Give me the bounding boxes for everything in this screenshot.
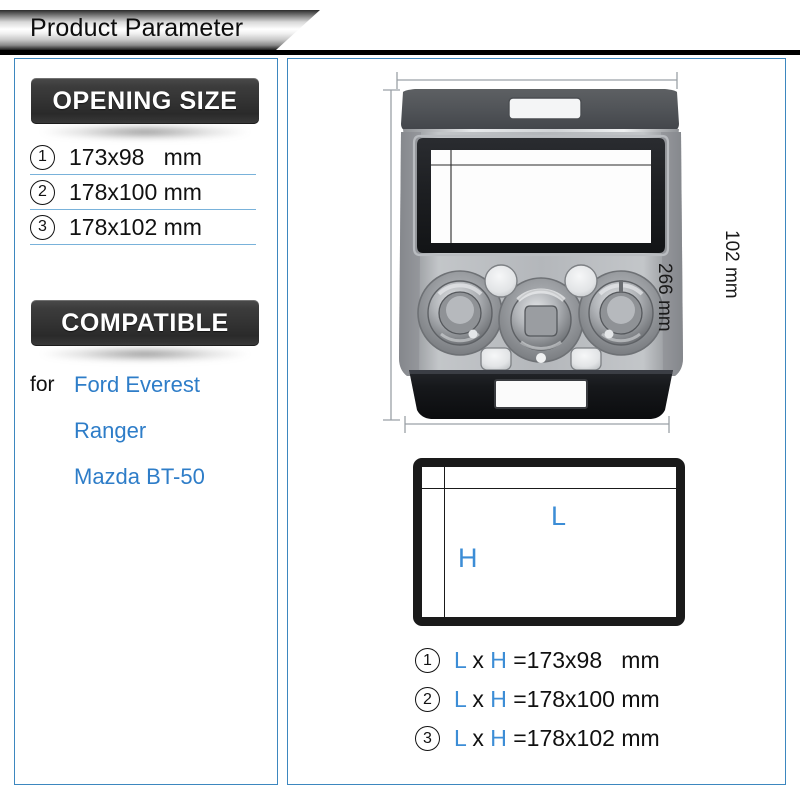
- opening-size-heading-pill: OPENING SIZE: [31, 78, 259, 140]
- legend-l-symbol: L: [454, 725, 466, 751]
- page-title: Product Parameter: [30, 14, 244, 42]
- lh-height-label: H: [458, 543, 478, 573]
- compatible-vehicle-name: Ford Everest: [74, 372, 200, 397]
- legend-row-text: L x H =173x98 mm: [454, 647, 660, 674]
- legend-row-text: L x H =178x102 mm: [454, 725, 660, 752]
- compatible-heading-label: COMPATIBLE: [61, 308, 229, 337]
- row-number-badge: 1: [30, 144, 55, 170]
- legend-l-symbol: L: [454, 647, 466, 673]
- row-number-badge: 3: [30, 214, 55, 240]
- legend-number-badge: 3: [415, 726, 440, 751]
- lh-inner-opening: L H: [422, 467, 676, 617]
- compatible-row: for Ford Everest: [30, 362, 256, 408]
- opening-size-row: 2 178x100 mm: [30, 175, 256, 210]
- opening-size-pill-shadow: [41, 124, 249, 140]
- legend-row: 1 L x H =173x98 mm: [415, 641, 715, 680]
- compatible-pill-body: COMPATIBLE: [31, 300, 259, 346]
- legend-h-symbol: H: [490, 686, 507, 712]
- dimension-label-total-height: 266 mm: [654, 263, 675, 332]
- opening-size-value: 178x102 mm: [69, 213, 202, 240]
- header-divider-rule: [0, 50, 800, 55]
- fascia-drawing-area: 216 mm 205 mm 178 mm 266 mm 102 mm: [287, 58, 786, 458]
- opening-size-value: 178x100 mm: [69, 178, 202, 205]
- lh-schematic-diagram: L H: [413, 458, 685, 626]
- compatible-vehicle-name: Mazda BT-50: [74, 464, 205, 489]
- opening-size-row: 1 173x98 mm: [30, 140, 256, 175]
- lh-horizontal-guide-line: [422, 488, 676, 490]
- legend-value: =178x100 mm: [506, 686, 660, 712]
- opening-size-pill-body: OPENING SIZE: [31, 78, 259, 124]
- legend-l-symbol: L: [454, 686, 466, 712]
- lh-vertical-guide-line: [444, 467, 446, 617]
- compatible-row: Ranger: [30, 408, 256, 454]
- compatible-vehicle-name: Ranger: [74, 418, 147, 443]
- legend-h-symbol: H: [490, 725, 507, 751]
- row-number-badge: 2: [30, 179, 55, 205]
- legend-row-text: L x H =178x100 mm: [454, 686, 660, 713]
- opening-size-list: 1 173x98 mm 2 178x100 mm 3 178x102 mm: [30, 140, 256, 245]
- compatible-pill-shadow: [41, 346, 249, 362]
- compatible-row: Mazda BT-50: [30, 454, 256, 500]
- header-banner: Product Parameter: [0, 10, 320, 50]
- lh-legend-list: 1 L x H =173x98 mm 2 L x H =178x100 mm 3…: [415, 641, 715, 758]
- legend-number-badge: 1: [415, 648, 440, 673]
- opening-size-value: 173x98 mm: [69, 143, 202, 170]
- legend-value: =173x98 mm: [506, 647, 660, 673]
- dimension-label-opening-height: 102 mm: [721, 230, 742, 299]
- legend-row: 2 L x H =178x100 mm: [415, 680, 715, 719]
- legend-number-badge: 2: [415, 687, 440, 712]
- fascia-photo-diagram: [383, 72, 683, 433]
- compatible-heading-pill: COMPATIBLE: [31, 300, 259, 362]
- legend-value: =178x102 mm: [506, 725, 660, 751]
- legend-separator: x: [465, 725, 491, 751]
- legend-separator: x: [465, 647, 491, 673]
- compatible-vehicle-list: for Ford Everest Ranger Mazda BT-50: [30, 362, 256, 500]
- legend-separator: x: [465, 686, 491, 712]
- lh-length-label: L: [551, 501, 567, 531]
- legend-h-symbol: H: [490, 647, 507, 673]
- opening-size-heading-label: OPENING SIZE: [52, 86, 238, 115]
- product-parameter-infographic: Product Parameter OPENING SIZE COMPATIBL…: [0, 0, 800, 800]
- opening-size-row: 3 178x102 mm: [30, 210, 256, 245]
- legend-row: 3 L x H =178x102 mm: [415, 719, 715, 758]
- compatible-for-label: for: [30, 373, 55, 396]
